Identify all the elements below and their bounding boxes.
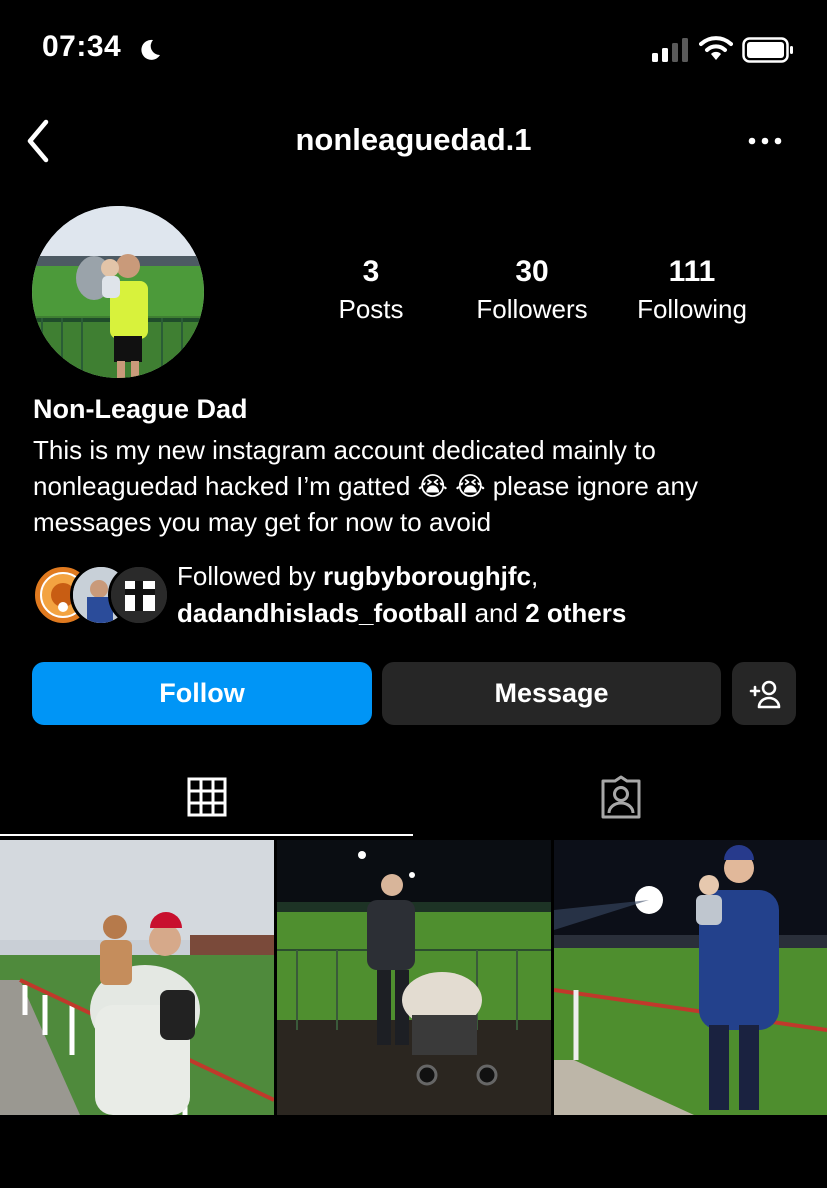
following-count: 111 [668, 255, 716, 288]
battery-icon [742, 37, 793, 63]
followed-by-sep: , [530, 561, 539, 591]
followed-by-others[interactable]: 2 others [525, 598, 626, 628]
post-thumbnail[interactable] [0, 840, 274, 1115]
profile-name: Non-League Dad [33, 394, 248, 424]
active-tab-indicator [0, 834, 413, 836]
post-thumbnail[interactable] [277, 840, 551, 1115]
followed-by-text[interactable]: Followed by rugbyboroughjfc, dadandhisla… [177, 558, 797, 632]
profile-avatar[interactable] [32, 206, 204, 378]
stat-posts[interactable]: 3 Posts [296, 254, 446, 328]
followed-by-avatars[interactable] [32, 564, 170, 626]
wifi-icon [699, 36, 733, 60]
follower-avatar [108, 564, 170, 626]
add-person-icon [749, 680, 781, 708]
followed-by-user2[interactable]: dadandhislads_football [177, 598, 467, 628]
tab-posts-grid[interactable] [0, 760, 413, 834]
stat-followers[interactable]: 30 Followers [457, 254, 607, 328]
posts-count: 3 [362, 255, 380, 288]
followed-by-prefix: Followed by [177, 561, 323, 591]
profile-username: nonleaguedad.1 [295, 122, 532, 157]
message-button[interactable]: Message [382, 662, 721, 725]
stat-following[interactable]: 111 Following [617, 254, 767, 328]
tagged-person-icon [601, 775, 640, 819]
grid-icon [187, 777, 226, 817]
followed-by-and: and [467, 598, 526, 628]
tab-tagged[interactable] [414, 760, 827, 834]
status-time: 07:34 [42, 30, 122, 63]
moon-icon [141, 39, 160, 60]
followers-count: 30 [515, 255, 549, 288]
following-label: Following [637, 294, 747, 324]
profile-bio: This is my new instagram account dedicat… [33, 435, 698, 537]
suggest-users-button[interactable] [732, 662, 796, 725]
post-thumbnail[interactable] [554, 840, 827, 1115]
followed-by-user1[interactable]: rugbyboroughjfc [323, 561, 531, 591]
more-horizontal-icon[interactable] [745, 126, 785, 156]
follow-button[interactable]: Follow [32, 662, 372, 725]
followers-label: Followers [476, 294, 588, 324]
signal-icon [652, 38, 688, 62]
posts-label: Posts [338, 294, 404, 324]
